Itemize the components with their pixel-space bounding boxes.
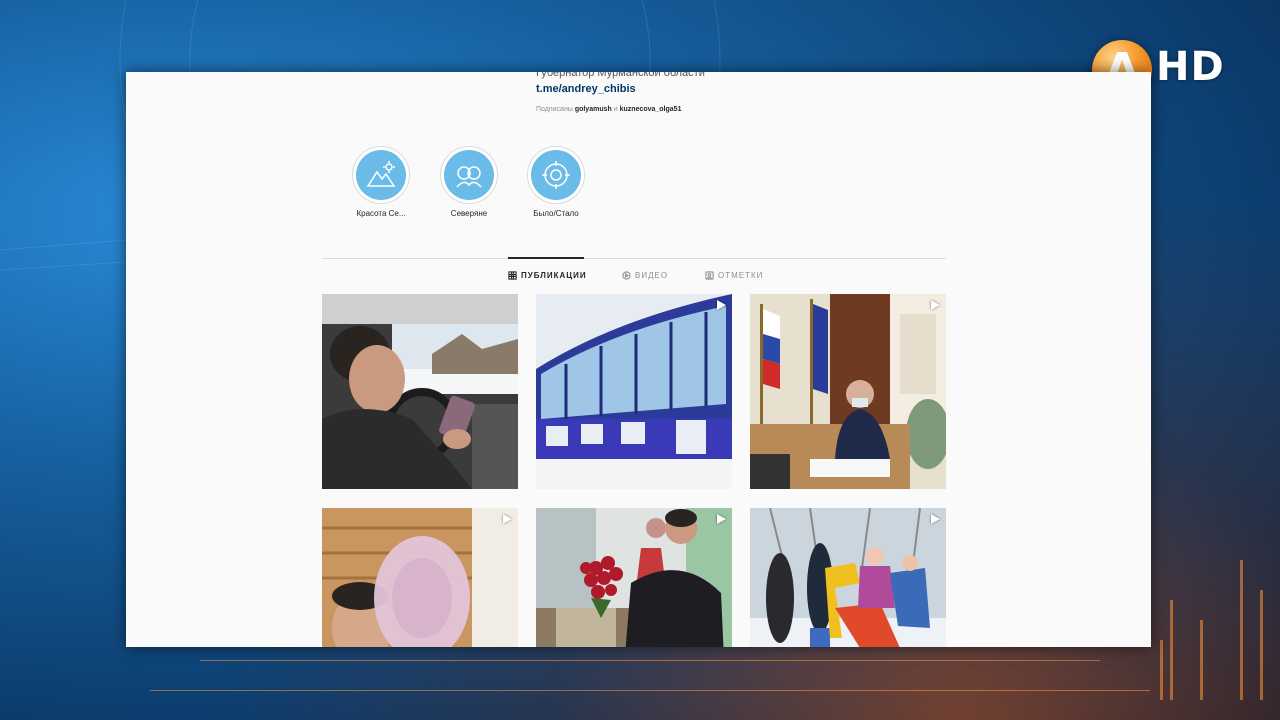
- post-thumbnail[interactable]: [322, 294, 518, 489]
- tag-icon: [705, 271, 714, 280]
- post-image: [750, 294, 946, 489]
- instagram-profile-screen: Губернатор Мурманской области t.me/andre…: [126, 72, 1151, 647]
- highlight-item[interactable]: Было/Стало: [521, 146, 591, 218]
- tv-frame: { "channel": { "logo_letter": "А", "hd_l…: [0, 0, 1280, 720]
- post-image: [322, 508, 518, 647]
- post-thumbnail[interactable]: [536, 294, 732, 489]
- rotate-icon: [542, 161, 570, 189]
- post-image: [322, 294, 518, 489]
- post-thumbnail[interactable]: [536, 508, 732, 647]
- post-thumbnail[interactable]: [322, 508, 518, 647]
- followed-by: Подписаны golyamush и kuznecova_olga51: [536, 106, 682, 113]
- hd-label: HD: [1156, 44, 1225, 90]
- followed-user-link[interactable]: golyamush: [575, 106, 612, 113]
- active-tab-indicator: [508, 257, 584, 259]
- video-indicator-icon: [503, 514, 512, 524]
- profile-role: Губернатор Мурманской области: [536, 72, 705, 79]
- video-indicator-icon: [931, 300, 940, 310]
- video-indicator-icon: [717, 300, 726, 310]
- profile-link[interactable]: t.me/andrey_chibis: [536, 83, 636, 95]
- post-thumbnail[interactable]: [750, 508, 946, 647]
- highlight-item[interactable]: Красота Се...: [346, 146, 416, 218]
- story-highlights: Красота Се... Северяне Было/Стало: [346, 146, 606, 226]
- tab-tagged[interactable]: ОТМЕТКИ: [705, 271, 763, 280]
- tab-publications[interactable]: ПУБЛИКАЦИИ: [508, 271, 587, 280]
- highlight-item[interactable]: Северяне: [434, 146, 504, 218]
- mountain-icon: [366, 161, 396, 187]
- post-thumbnail[interactable]: [750, 294, 946, 489]
- video-icon: [622, 271, 631, 280]
- post-image: [536, 508, 732, 647]
- video-indicator-icon: [717, 514, 726, 524]
- tabs-divider: [322, 258, 946, 259]
- tab-video[interactable]: ВИДЕО: [622, 271, 668, 280]
- video-indicator-icon: [931, 514, 940, 524]
- grid-icon: [508, 271, 517, 280]
- post-image: [750, 508, 946, 647]
- post-image: [536, 294, 732, 489]
- people-icon: [456, 166, 482, 188]
- followed-user-link[interactable]: kuznecova_olga51: [620, 106, 682, 113]
